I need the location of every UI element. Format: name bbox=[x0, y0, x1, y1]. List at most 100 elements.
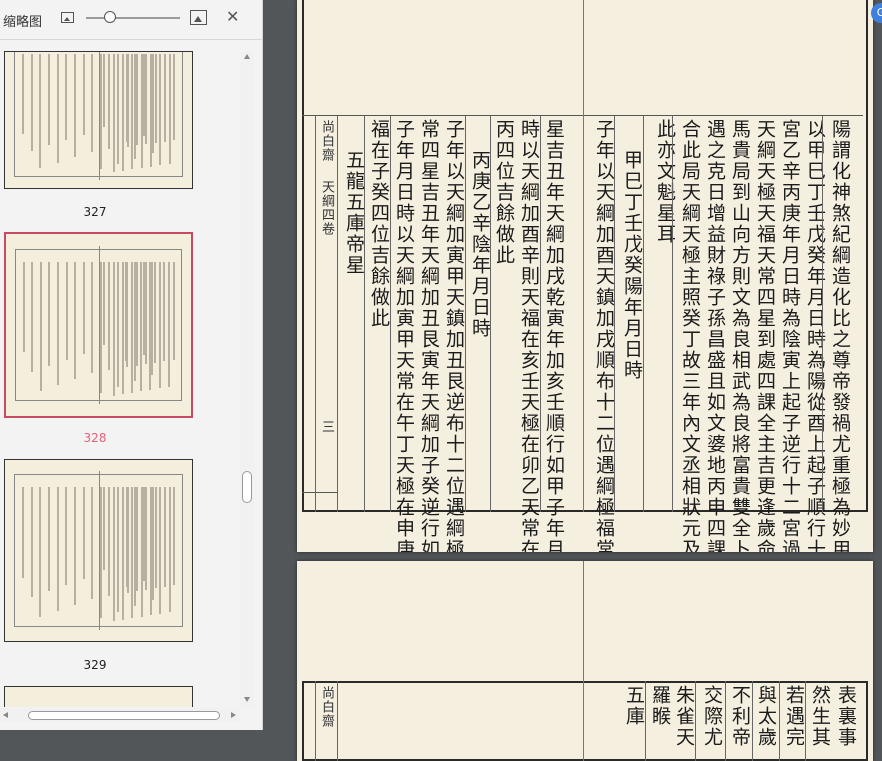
margin-text: 尚白齋 bbox=[319, 686, 334, 728]
zoom-slider-track[interactable] bbox=[86, 17, 180, 19]
text-column: 表裏事 bbox=[835, 685, 857, 748]
thumbnail-text-line bbox=[47, 53, 50, 146]
thumbnail-text-line bbox=[154, 487, 157, 588]
sidebar-header: 缩略图 ✕ bbox=[0, 0, 262, 40]
text-column: 不利帝 bbox=[729, 685, 751, 748]
thumbnail-text-line bbox=[145, 487, 148, 590]
thumbnail-text-line bbox=[168, 53, 171, 165]
sidebar-horizontal-scrollbar[interactable] bbox=[0, 708, 240, 722]
text-column: 交際尤 bbox=[701, 685, 723, 748]
scroll-up-icon[interactable] bbox=[244, 54, 250, 59]
thumbnail-text-line bbox=[163, 261, 166, 362]
page-gutter bbox=[583, 561, 584, 761]
thumbnail-text-line bbox=[91, 261, 94, 374]
thumbnail-label: 328 bbox=[83, 431, 107, 445]
text-column: 朱雀天 bbox=[673, 685, 695, 748]
thumbnail-text-line bbox=[108, 261, 111, 371]
thumbnail-text-line bbox=[122, 53, 125, 171]
thumbnail-text-line bbox=[149, 261, 152, 390]
text-column: 星吉丑年天綱加戌乾寅年加亥壬順行如甲子年月日 bbox=[543, 119, 565, 552]
text-column: 丙四位吉餘做此 bbox=[493, 119, 515, 266]
thumbnail-text-line bbox=[131, 53, 134, 170]
thumbnail-text-line bbox=[117, 53, 120, 149]
text-column: 福在子癸四位吉餘做此 bbox=[368, 119, 390, 329]
thumbnail-text-line bbox=[154, 53, 157, 143]
thumbnail-text-line bbox=[65, 487, 68, 585]
thumbnail-text-line bbox=[30, 487, 33, 597]
image-large-icon[interactable] bbox=[190, 10, 207, 25]
thumbnail-text-line bbox=[47, 487, 50, 591]
thumbnail-text-line bbox=[131, 261, 134, 393]
thumbnail-text-line bbox=[164, 487, 167, 587]
thumbnail-text-line bbox=[126, 487, 129, 593]
thumbnail-text-line bbox=[150, 487, 153, 616]
thumbnail-text-line bbox=[112, 53, 115, 173]
thumbnail-text-line bbox=[65, 53, 68, 141]
thumbnail-text-line bbox=[164, 53, 167, 142]
thumbnail-text-line bbox=[158, 261, 161, 389]
thumbnail-page-329[interactable] bbox=[4, 459, 193, 642]
thumbnail-text-line bbox=[135, 261, 138, 366]
thumbnail-label: 329 bbox=[83, 658, 107, 672]
text-column: 合此局天綱天極主照癸丁故三年內文丞相狀元及第 bbox=[679, 119, 701, 552]
folio-number: 三 bbox=[319, 420, 334, 434]
thumbnail-text-line bbox=[99, 261, 102, 393]
thumbnail-text-line bbox=[39, 487, 42, 617]
thumbnail-text-line bbox=[82, 53, 85, 135]
horizontal-scroll-thumb[interactable] bbox=[28, 711, 220, 720]
thumbnail-text-line bbox=[108, 487, 111, 596]
thumbnail-text-line bbox=[99, 53, 102, 170]
thumbnail-text-line bbox=[172, 261, 175, 360]
thumbnail-text-line bbox=[136, 487, 139, 591]
section-heading: 五龍五庫帝星 bbox=[343, 150, 365, 276]
text-column: 時以天綱加酉辛則天福在亥壬天極在卯乙天常在巳 bbox=[518, 119, 540, 552]
text-column: 五庫 bbox=[623, 685, 645, 727]
thumbnail-text-line bbox=[30, 53, 33, 151]
scroll-down-icon[interactable] bbox=[244, 697, 250, 702]
thumbnail-text-line bbox=[126, 53, 129, 147]
image-small-icon[interactable] bbox=[61, 12, 74, 23]
thumbnail-text-line bbox=[82, 261, 85, 354]
thumbnail-text-line bbox=[21, 487, 24, 578]
thumbnail-text-line bbox=[48, 261, 51, 366]
thumbnail-text-line bbox=[145, 53, 148, 145]
text-column: 陽謂化神煞紀綱造化比之尊帝發禍尤重極為妙用倒 bbox=[829, 119, 851, 552]
scroll-left-icon[interactable] bbox=[3, 712, 8, 718]
running-head: 天綱四卷 bbox=[319, 180, 334, 236]
thumbnail-text-line bbox=[121, 261, 124, 395]
thumbnail-text-line bbox=[21, 53, 24, 134]
thumbnail-text-line bbox=[74, 261, 77, 380]
thumbnail-text-line bbox=[173, 53, 176, 141]
text-column: 羅睺 bbox=[649, 685, 671, 727]
thumbnail-page-328[interactable] bbox=[4, 232, 193, 418]
zoom-slider-thumb[interactable] bbox=[104, 11, 116, 23]
text-column: 然生其 bbox=[809, 685, 831, 748]
thumbnail-text-line bbox=[73, 53, 76, 158]
thumbnail-list: 327 328 329 bbox=[0, 41, 240, 707]
text-column: 馬貴局到山向方則文為良相武為良將富貴雙全卜人 bbox=[729, 119, 751, 552]
sidebar-vertical-scrollbar[interactable] bbox=[240, 52, 254, 707]
thumbnail-page-327[interactable] bbox=[4, 51, 193, 189]
thumbnail-text-line bbox=[159, 487, 162, 614]
thumbnail-text-line bbox=[57, 261, 60, 386]
thumbnail-text-line bbox=[112, 261, 115, 396]
thumbnail-text-line bbox=[117, 261, 120, 369]
text-column: 子年月日時以天綱加寅甲天常在午丁天極在申庚天 bbox=[393, 119, 415, 552]
thumbnail-text-line bbox=[150, 53, 153, 167]
text-column: 遇之克日增益財祿子孫昌盛且如文婆地丙申四課正 bbox=[704, 119, 726, 552]
thumbnail-text-line bbox=[168, 487, 171, 613]
thumbnail-text-line bbox=[65, 261, 68, 360]
thumbnail-text-line bbox=[173, 487, 176, 585]
thumbnail-page-next[interactable] bbox=[4, 686, 193, 707]
text-column: 與太歲 bbox=[755, 685, 777, 748]
margin-text: 尚白齋 bbox=[319, 120, 334, 162]
vertical-scroll-thumb[interactable] bbox=[242, 471, 252, 503]
close-icon[interactable]: ✕ bbox=[226, 8, 239, 26]
text-column: 宮乙辛丙庚年月日時為陰寅上起子逆行十二宮過尊 bbox=[779, 119, 801, 552]
thumbnail-text-line bbox=[140, 261, 143, 392]
thumbnail-text-line bbox=[39, 53, 42, 169]
thumbnail-text-line bbox=[73, 487, 76, 605]
thumbnail-text-line bbox=[99, 487, 102, 619]
thumbnail-text-line bbox=[103, 261, 106, 345]
scroll-right-icon[interactable] bbox=[231, 712, 236, 718]
